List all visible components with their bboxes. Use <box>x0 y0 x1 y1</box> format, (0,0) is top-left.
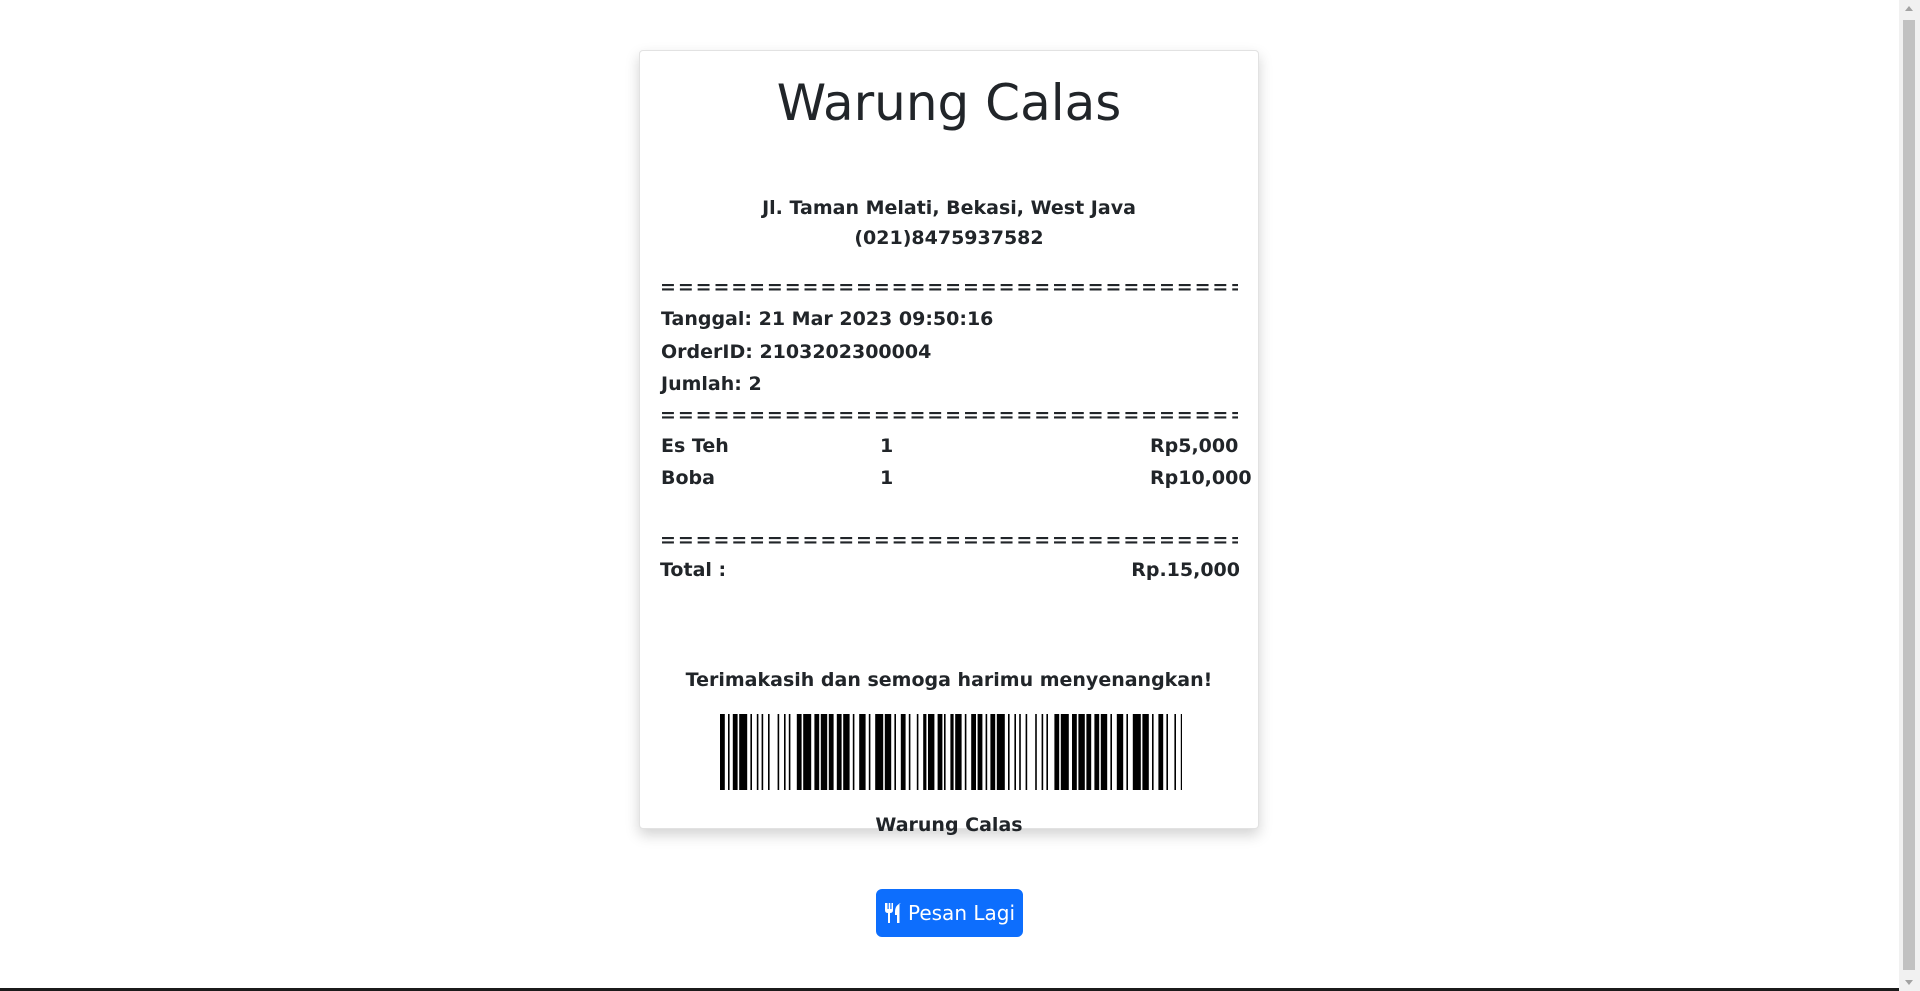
barcode-image <box>720 714 1182 790</box>
info-row-order-id: OrderID: 2103202300004 <box>661 341 932 363</box>
separator-line: ======================================== <box>660 404 1238 426</box>
info-label: Tanggal <box>661 308 745 330</box>
separator-line: ======================================== <box>660 276 1238 298</box>
utensils-icon <box>884 903 902 923</box>
item-name: Boba <box>661 467 715 489</box>
store-address: Jl. Taman Melati, Bekasi, West Java <box>762 197 1136 219</box>
item-price: Rp5,000 <box>1150 435 1239 457</box>
info-value: 2 <box>748 373 762 395</box>
info-label: Jumlah <box>661 373 735 395</box>
scroll-up-icon[interactable] <box>1905 6 1913 11</box>
info-label: OrderID <box>661 341 746 363</box>
order-again-button[interactable]: Pesan Lagi <box>876 889 1023 937</box>
vertical-scrollbar[interactable] <box>1899 0 1920 991</box>
info-row-quantity: Jumlah : 2 <box>661 373 762 395</box>
info-value: 2103202300004 <box>759 341 932 363</box>
total-row: Total : Rp.15,000 <box>660 558 1240 582</box>
store-name: Warung Calas <box>776 74 1122 132</box>
store-phone: (021)8475937582 <box>854 227 1044 249</box>
total-value: Rp.15,000 <box>1131 559 1240 581</box>
separator-line: ======================================== <box>660 529 1238 551</box>
item-quantity: 1 <box>880 435 894 457</box>
total-label: Total : <box>660 559 727 581</box>
info-value: 21 Mar 2023 09:50:16 <box>758 308 994 330</box>
info-row-date: Tanggal: 21 Mar 2023 09:50:16 <box>661 308 994 330</box>
receipt-card: Warung Calas Jl. Taman Melati, Bekasi, W… <box>639 50 1259 836</box>
thank-you-message: Terimakasih dan semoga harimu menyenangk… <box>685 669 1213 691</box>
scrollbar-thumb[interactable] <box>1903 20 1915 970</box>
item-quantity: 1 <box>880 467 894 489</box>
item-price: Rp10,000 <box>1150 467 1252 489</box>
line-item: Es Teh 1 Rp5,000 <box>661 434 1239 458</box>
scroll-down-icon[interactable] <box>1905 980 1913 985</box>
order-again-label: Pesan Lagi <box>907 901 1015 925</box>
item-name: Es Teh <box>661 435 729 457</box>
line-item: Boba 1 Rp10,000 <box>661 466 1252 490</box>
footer-store-name: Warung Calas <box>875 814 1023 836</box>
